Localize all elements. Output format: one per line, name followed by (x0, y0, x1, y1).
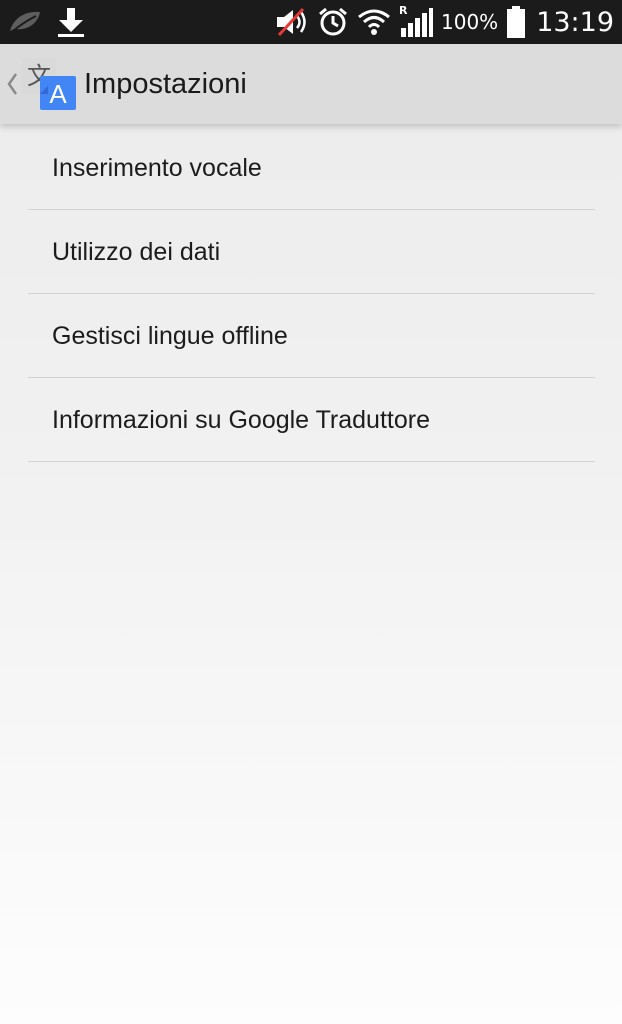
settings-item-label: Gestisci lingue offline (52, 322, 288, 350)
settings-list: Inserimento vocale Utilizzo dei dati Ges… (0, 126, 622, 462)
settings-item-label: Informazioni su Google Traduttore (52, 406, 430, 434)
status-bar: R 100% 13:19 (0, 0, 622, 44)
status-bar-right: R 100% 13:19 (275, 0, 614, 44)
settings-item-voice-input[interactable]: Inserimento vocale (0, 126, 622, 210)
settings-item-label: Inserimento vocale (52, 154, 262, 182)
divider (28, 461, 595, 462)
roaming-indicator: R (399, 4, 408, 17)
up-button[interactable]: 文 A (0, 44, 82, 124)
translate-glyph-front: A (49, 79, 67, 109)
wifi-icon (357, 8, 391, 36)
settings-item-about[interactable]: Informazioni su Google Traduttore (0, 378, 622, 462)
alarm-icon (317, 6, 349, 38)
volume-muted-icon (275, 7, 309, 37)
settings-item-label: Utilizzo dei dati (52, 238, 221, 266)
status-bar-left (8, 0, 86, 44)
signal-roaming-icon: R (399, 4, 433, 38)
clock: 13:19 (536, 6, 614, 38)
settings-item-offline-languages[interactable]: Gestisci lingue offline (0, 294, 622, 378)
battery-full-icon (506, 6, 526, 38)
chevron-left-icon (6, 72, 18, 96)
settings-item-data-usage[interactable]: Utilizzo dei dati (0, 210, 622, 294)
google-translate-app-icon: 文 A (20, 56, 78, 112)
leaf-icon (8, 9, 42, 35)
action-bar: 文 A Impostazioni (0, 44, 622, 124)
battery-percent: 100% (441, 10, 499, 34)
screen-title: Impostazioni (84, 68, 247, 100)
download-icon (56, 6, 86, 38)
